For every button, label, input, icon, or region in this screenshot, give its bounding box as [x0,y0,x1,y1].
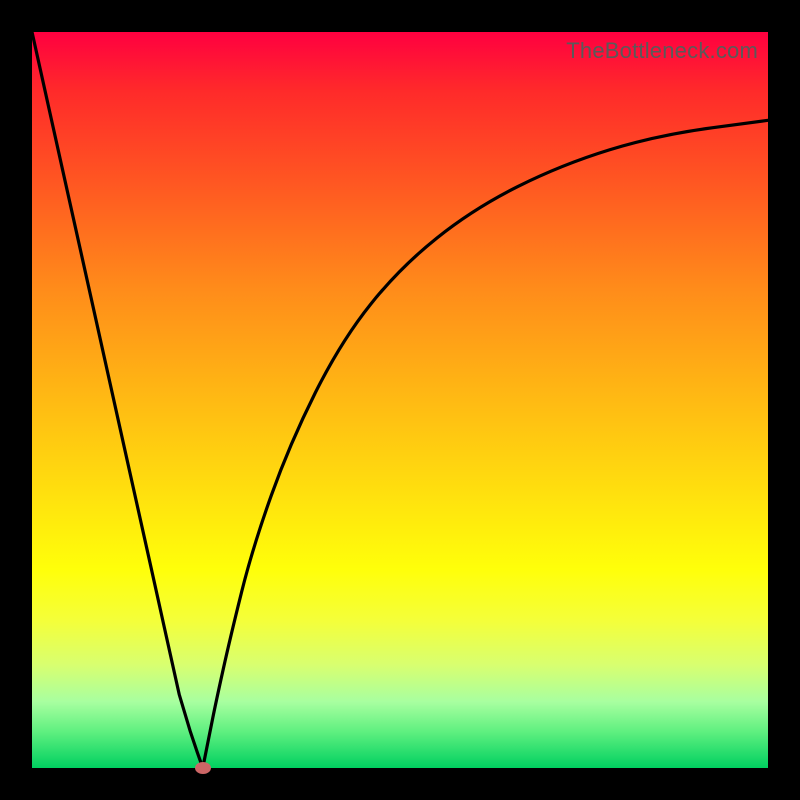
watermark-text: TheBottleneck.com [566,38,758,64]
bottleneck-curve [32,32,768,768]
curve-left-branch [32,32,203,768]
chart-container: TheBottleneck.com [0,0,800,800]
minimum-marker [195,762,211,774]
plot-area: TheBottleneck.com [32,32,768,768]
curve-right-branch [203,120,768,768]
